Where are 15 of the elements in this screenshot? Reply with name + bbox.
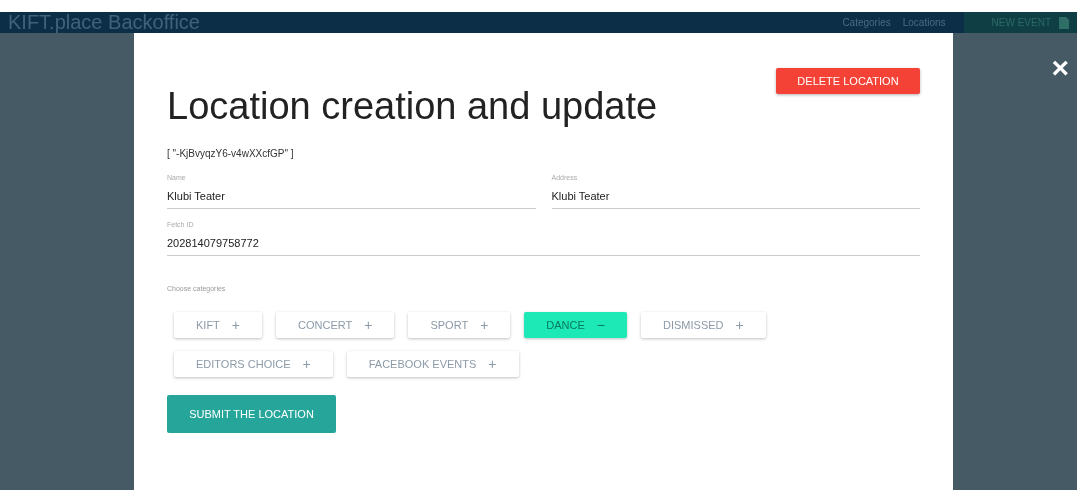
location-id: [ "-KjBvyqzY6-v4wXXcfGP" ] [167, 148, 295, 159]
category-button[interactable]: KIFT + [174, 312, 263, 338]
delete-location-button[interactable]: DELETE LOCATION [776, 68, 920, 94]
nav-link[interactable]: Locations [902, 17, 946, 28]
document-icon [1059, 16, 1069, 29]
submit-button[interactable]: SUBMIT THE LOCATION [167, 395, 336, 433]
category-button[interactable]: FACEBOOK EVENTS + [346, 351, 519, 377]
nav-link[interactable]: Categories [842, 17, 891, 28]
close-button[interactable]: × [1051, 53, 1069, 83]
category-button[interactable]: EDITORS CHOICE + [174, 351, 333, 377]
category-button[interactable]: DANCE − [524, 312, 627, 338]
modal-title: Location creation and update [167, 85, 658, 128]
category-button[interactable]: DISMISSED + [641, 312, 766, 338]
category-button[interactable]: CONCERT + [276, 312, 395, 338]
category-button[interactable]: SPORT + [408, 312, 511, 338]
